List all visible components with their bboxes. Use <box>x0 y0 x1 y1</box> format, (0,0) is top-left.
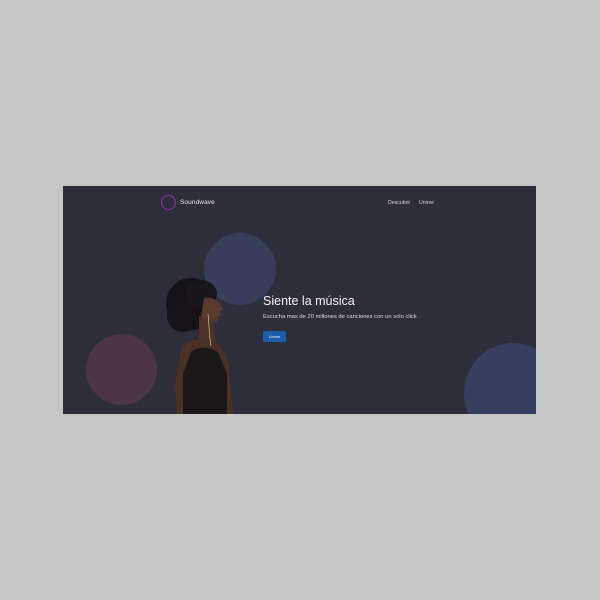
landing-page: Soundwave Descubrir Unirse Siente la mús… <box>63 186 536 414</box>
nav-link-descubrir[interactable]: Descubrir <box>388 200 410 206</box>
join-button[interactable]: Unirse <box>263 331 286 342</box>
soundwave-logo-icon[interactable] <box>161 195 176 210</box>
hero-title: Siente la música <box>263 294 355 308</box>
decorative-circle-pink <box>86 334 157 405</box>
hero-person-image <box>166 278 233 414</box>
decorative-circle-blue-bottom <box>464 343 536 414</box>
hero-subtitle: Escucha mas de 20 millones de canciones … <box>263 314 417 320</box>
nav-link-unirse[interactable]: Unirse <box>419 200 434 206</box>
brand-name[interactable]: Soundwave <box>180 199 215 206</box>
navbar: Soundwave Descubrir Unirse <box>63 186 536 220</box>
